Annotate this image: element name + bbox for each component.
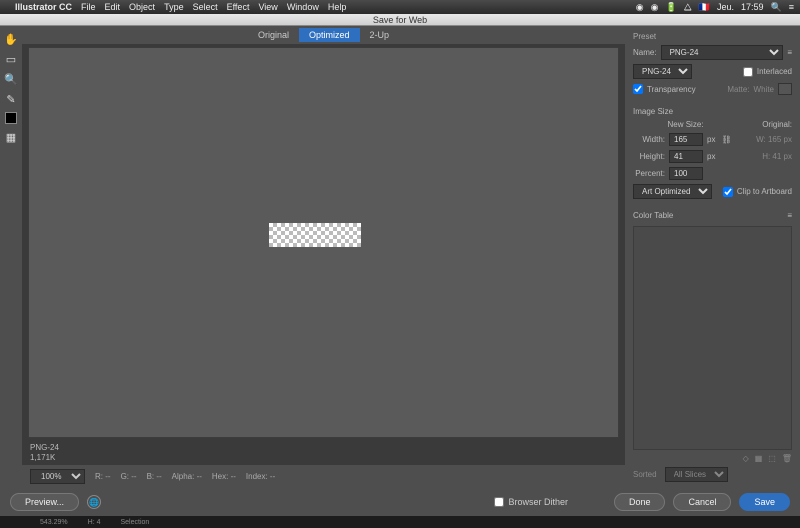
zoom-tool-icon[interactable]: 🔍 [4, 72, 18, 86]
ct-icon-4[interactable]: 🗑 [782, 454, 792, 463]
slice-tool-icon[interactable]: ▭ [4, 52, 18, 66]
original-label: Original: [742, 120, 792, 129]
menu-effect[interactable]: Effect [227, 2, 250, 12]
readout-alpha: Alpha: -- [172, 472, 202, 481]
illustrator-statusbar: 543.29% H: 4 Selection [0, 516, 800, 528]
tab-optimized[interactable]: Optimized [299, 28, 360, 42]
preset-menu-icon[interactable]: ≡ [787, 48, 792, 57]
ct-icon-2[interactable]: ▦ [755, 454, 763, 463]
image-size-title: Image Size [633, 107, 792, 116]
tool-column: ✋ ▭ 🔍 ✎ ▦ [0, 26, 22, 488]
eyedropper-tool-icon[interactable]: ✎ [4, 92, 18, 106]
slice-visibility-icon[interactable]: ▦ [4, 130, 18, 144]
interlaced-label: Interlaced [757, 67, 792, 76]
window-title: Save for Web [0, 14, 800, 26]
width-unit: px [707, 135, 715, 144]
matte-label: Matte: [727, 85, 749, 94]
browser-dither-label: Browser Dither [508, 497, 568, 507]
percent-label: Percent: [633, 169, 665, 178]
status-zoom: 543.29% [40, 519, 68, 526]
browser-preview-icon[interactable]: 🌐 [87, 495, 101, 509]
new-size-label: New Size: [633, 120, 738, 129]
transparency-checkbox[interactable] [633, 84, 643, 94]
cancel-button[interactable]: Cancel [673, 493, 731, 511]
sorted-label: Sorted [633, 470, 657, 479]
color-table-menu-icon[interactable]: ≡ [787, 211, 792, 220]
link-icon[interactable]: ⛓ [721, 135, 731, 144]
browser-dither-checkbox[interactable] [494, 497, 504, 507]
cc-icon[interactable]: ◉ [636, 2, 644, 13]
percent-input[interactable] [669, 167, 703, 180]
view-tabs: Original Optimized 2-Up [22, 26, 625, 44]
preview-canvas[interactable] [28, 47, 619, 438]
name-label: Name: [633, 48, 657, 57]
height-unit: px [707, 152, 715, 161]
color-table-box [633, 226, 792, 450]
status-cursor: H: 4 [88, 519, 101, 526]
ct-icon-3[interactable]: ⬚ [768, 454, 776, 463]
menu-window[interactable]: Window [287, 2, 319, 12]
canvas-info: PNG-24 1,171K [22, 441, 625, 465]
readout-index: Index: -- [246, 472, 275, 481]
slices-select[interactable]: All Slices [665, 467, 728, 482]
app-name[interactable]: Illustrator CC [15, 2, 72, 12]
clip-label: Clip to Artboard [737, 187, 792, 196]
preview-button[interactable]: Preview... [10, 493, 79, 511]
clock-day: Jeu. [717, 2, 734, 12]
tab-original[interactable]: Original [248, 28, 299, 42]
menu-type[interactable]: Type [164, 2, 184, 12]
readout-r: R: -- [95, 472, 111, 481]
zoom-select[interactable]: 100% [30, 469, 85, 484]
done-button[interactable]: Done [614, 493, 666, 511]
width-label: Width: [633, 135, 665, 144]
orig-width: W: 165 px [756, 135, 792, 144]
width-input[interactable] [669, 133, 703, 146]
tab-2up[interactable]: 2-Up [360, 28, 400, 42]
matte-swatch[interactable] [778, 83, 792, 95]
menu-select[interactable]: Select [193, 2, 218, 12]
save-button[interactable]: Save [739, 493, 790, 511]
info-format: PNG-24 [30, 443, 617, 453]
menu-file[interactable]: File [81, 2, 96, 12]
readout-b: B: -- [147, 472, 162, 481]
color-swatch[interactable] [5, 112, 17, 124]
spotlight-icon[interactable]: 🔍 [771, 2, 782, 13]
preset-title: Preset [633, 32, 792, 41]
ct-icon-1[interactable]: ◇ [743, 454, 749, 463]
flag-icon[interactable]: 🇫🇷 [699, 2, 710, 13]
battery-icon[interactable]: 🔋 [666, 2, 677, 13]
rec-icon[interactable]: ◉ [651, 2, 659, 13]
settings-panel: Preset Name: PNG-24 ≡ PNG-24 Interlaced … [625, 26, 800, 488]
clip-checkbox[interactable] [723, 187, 733, 197]
height-label: Height: [633, 152, 665, 161]
menu-edit[interactable]: Edit [105, 2, 121, 12]
info-size: 1,171K [30, 453, 617, 463]
status-selection: Selection [120, 519, 149, 526]
preset-name-select[interactable]: PNG-24 [661, 45, 784, 60]
orig-height: H: 41 px [762, 152, 792, 161]
menu-object[interactable]: Object [129, 2, 155, 12]
readout-g: G: -- [121, 472, 137, 481]
color-table-title: Color Table [633, 211, 673, 220]
menu-view[interactable]: View [258, 2, 277, 12]
artwork-preview [269, 223, 361, 247]
mac-menubar: Illustrator CC File Edit Object Type Sel… [0, 0, 800, 14]
menu-icon[interactable]: ≡ [789, 2, 794, 12]
wifi-icon[interactable]: ⧋ [684, 2, 692, 13]
transparency-label: Transparency [647, 85, 696, 94]
info-bar: 100% R: -- G: -- B: -- Alpha: -- Hex: --… [22, 465, 625, 488]
readout-hex: Hex: -- [212, 472, 236, 481]
interlaced-checkbox[interactable] [743, 67, 753, 77]
menu-help[interactable]: Help [328, 2, 347, 12]
quality-select[interactable]: Art Optimized [633, 184, 712, 199]
height-input[interactable] [669, 150, 703, 163]
clock-time: 17:59 [741, 2, 764, 12]
hand-tool-icon[interactable]: ✋ [4, 32, 18, 46]
dialog-footer: Preview... 🌐 Browser Dither Done Cancel … [0, 488, 800, 516]
format-select[interactable]: PNG-24 [633, 64, 692, 79]
matte-value: White [754, 85, 774, 94]
